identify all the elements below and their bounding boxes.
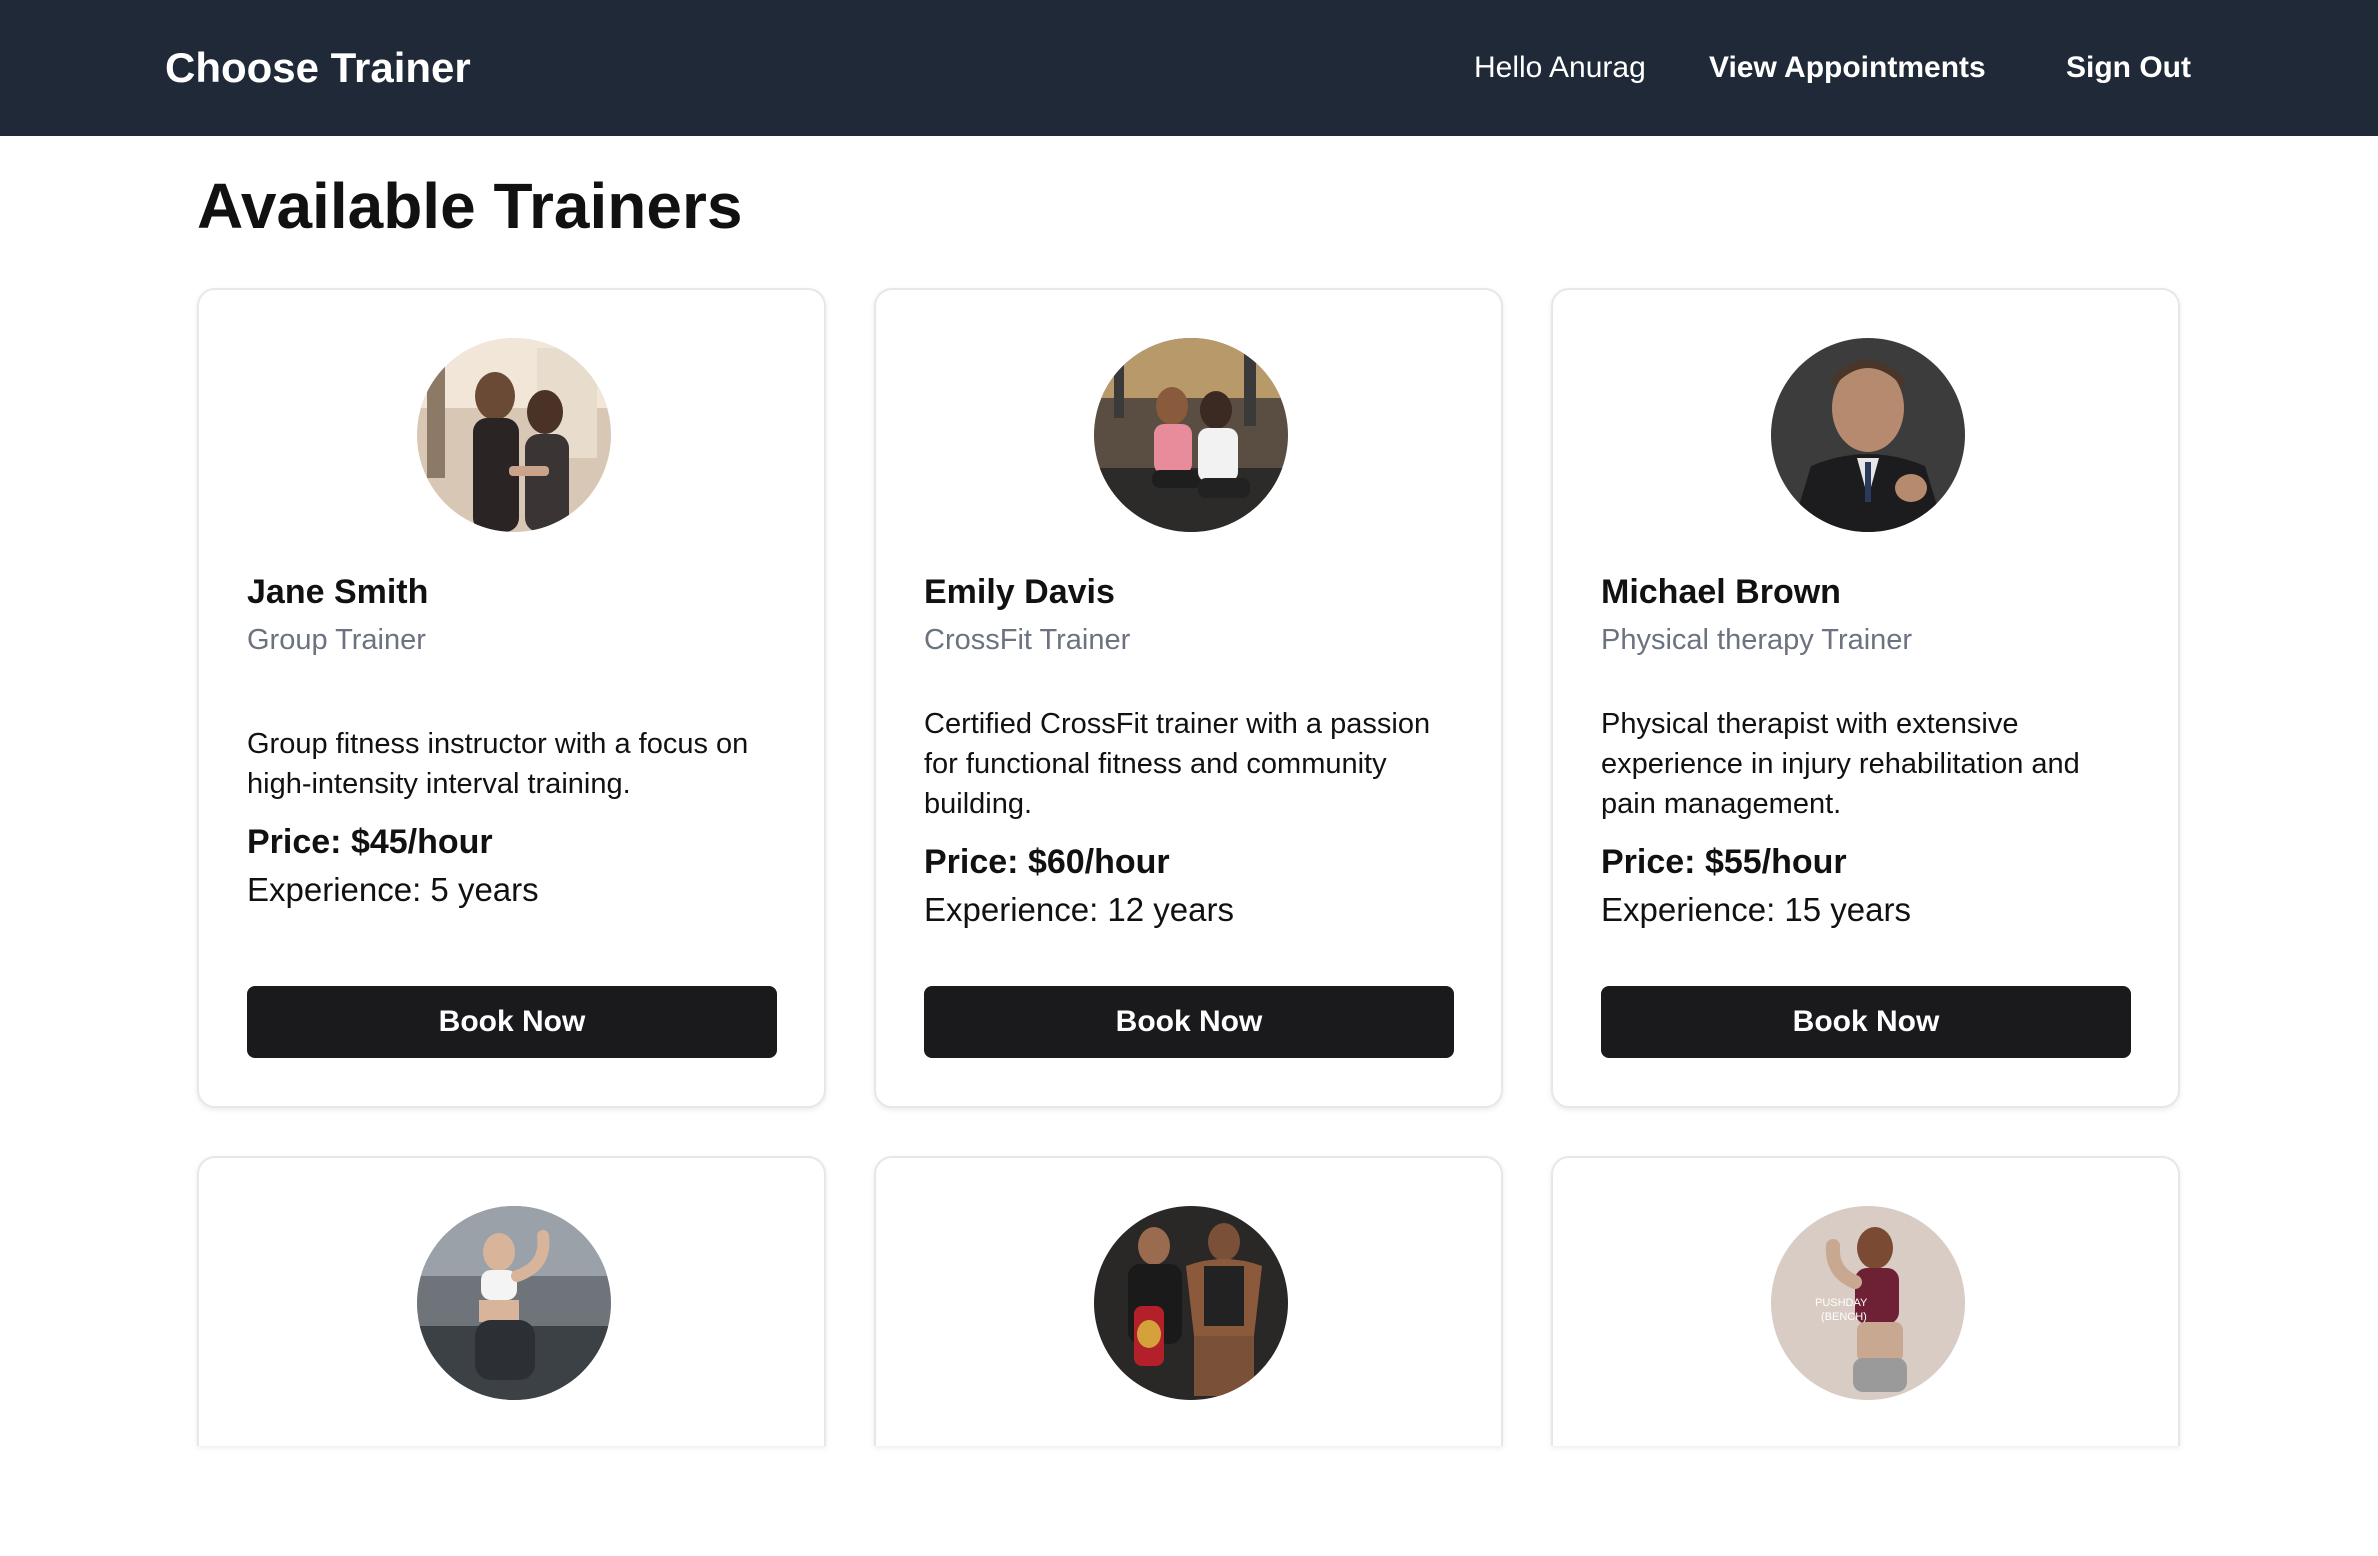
trainer-details: Group fitness instructor with a focus on… (247, 724, 787, 914)
trainer-description: Certified CrossFit trainer with a passio… (924, 708, 1431, 820)
brand-title[interactable]: Choose Trainer (165, 44, 471, 92)
trainer-photo-woman-flexing-gym (417, 1206, 611, 1400)
trainer-price: Price: $55/hour (1601, 843, 1847, 881)
trainer-photo (1094, 1206, 1288, 1400)
trainer-price: Price: $60/hour (924, 843, 1170, 881)
trainer-card (197, 1156, 826, 1446)
trainer-card: Emily Davis CrossFit Trainer Certified C… (874, 288, 1503, 1108)
trainer-photo-woman-flexing: PUSHDAY (BENCH) (1771, 1206, 1965, 1400)
trainer-card: Michael Brown Physical therapy Trainer P… (1551, 288, 2180, 1108)
trainer-role: CrossFit Trainer (924, 624, 1131, 656)
trainer-card: Jane Smith Group Trainer Group fitness i… (197, 288, 826, 1108)
trainer-name: Jane Smith (247, 573, 429, 611)
trainer-photo-man-in-suit (1771, 338, 1965, 532)
sign-out-link[interactable]: Sign Out (2066, 48, 2191, 88)
trainer-card (874, 1156, 1503, 1446)
trainer-photo (417, 338, 611, 532)
trainer-photo-two-people-gym-floor (1094, 338, 1288, 532)
trainer-experience: Experience: 12 years (924, 891, 1235, 928)
trainer-role: Group Trainer (247, 624, 426, 656)
trainer-role: Physical therapy Trainer (1601, 624, 1913, 656)
trainer-name: Michael Brown (1601, 573, 1841, 611)
trainer-name: Emily Davis (924, 573, 1115, 611)
trainer-photo-bodybuilders-belt (1094, 1206, 1288, 1400)
svg-text:PUSHDAY: PUSHDAY (1815, 1297, 1868, 1309)
top-navbar: Choose Trainer Hello Anurag View Appoint… (0, 0, 2378, 136)
view-appointments-link[interactable]: View Appointments (1709, 48, 1986, 88)
trainer-description: Group fitness instructor with a focus on… (247, 728, 749, 800)
trainer-photo: PUSHDAY (BENCH) (1771, 1206, 1965, 1400)
trainer-description: Physical therapist with extensive experi… (1601, 708, 2080, 820)
svg-text:(BENCH): (BENCH) (1821, 1311, 1867, 1323)
trainer-photo (1094, 338, 1288, 532)
trainer-experience: Experience: 5 years (247, 871, 539, 908)
page-title: Available Trainers (197, 170, 743, 242)
hello-user-text: Hello Anurag (1474, 51, 1646, 84)
trainer-photo (417, 1206, 611, 1400)
book-now-button[interactable]: Book Now (247, 986, 777, 1058)
book-now-button[interactable]: Book Now (1601, 986, 2131, 1058)
trainer-details: Physical therapist with extensive experi… (1601, 704, 2141, 934)
trainer-photo (1771, 338, 1965, 532)
book-now-button[interactable]: Book Now (924, 986, 1454, 1058)
trainer-experience: Experience: 15 years (1601, 891, 1912, 928)
trainer-card: PUSHDAY (BENCH) (1551, 1156, 2180, 1446)
trainer-price: Price: $45/hour (247, 823, 493, 861)
trainer-photo-two-women-gym (417, 338, 611, 532)
trainer-details: Certified CrossFit trainer with a passio… (924, 704, 1464, 934)
